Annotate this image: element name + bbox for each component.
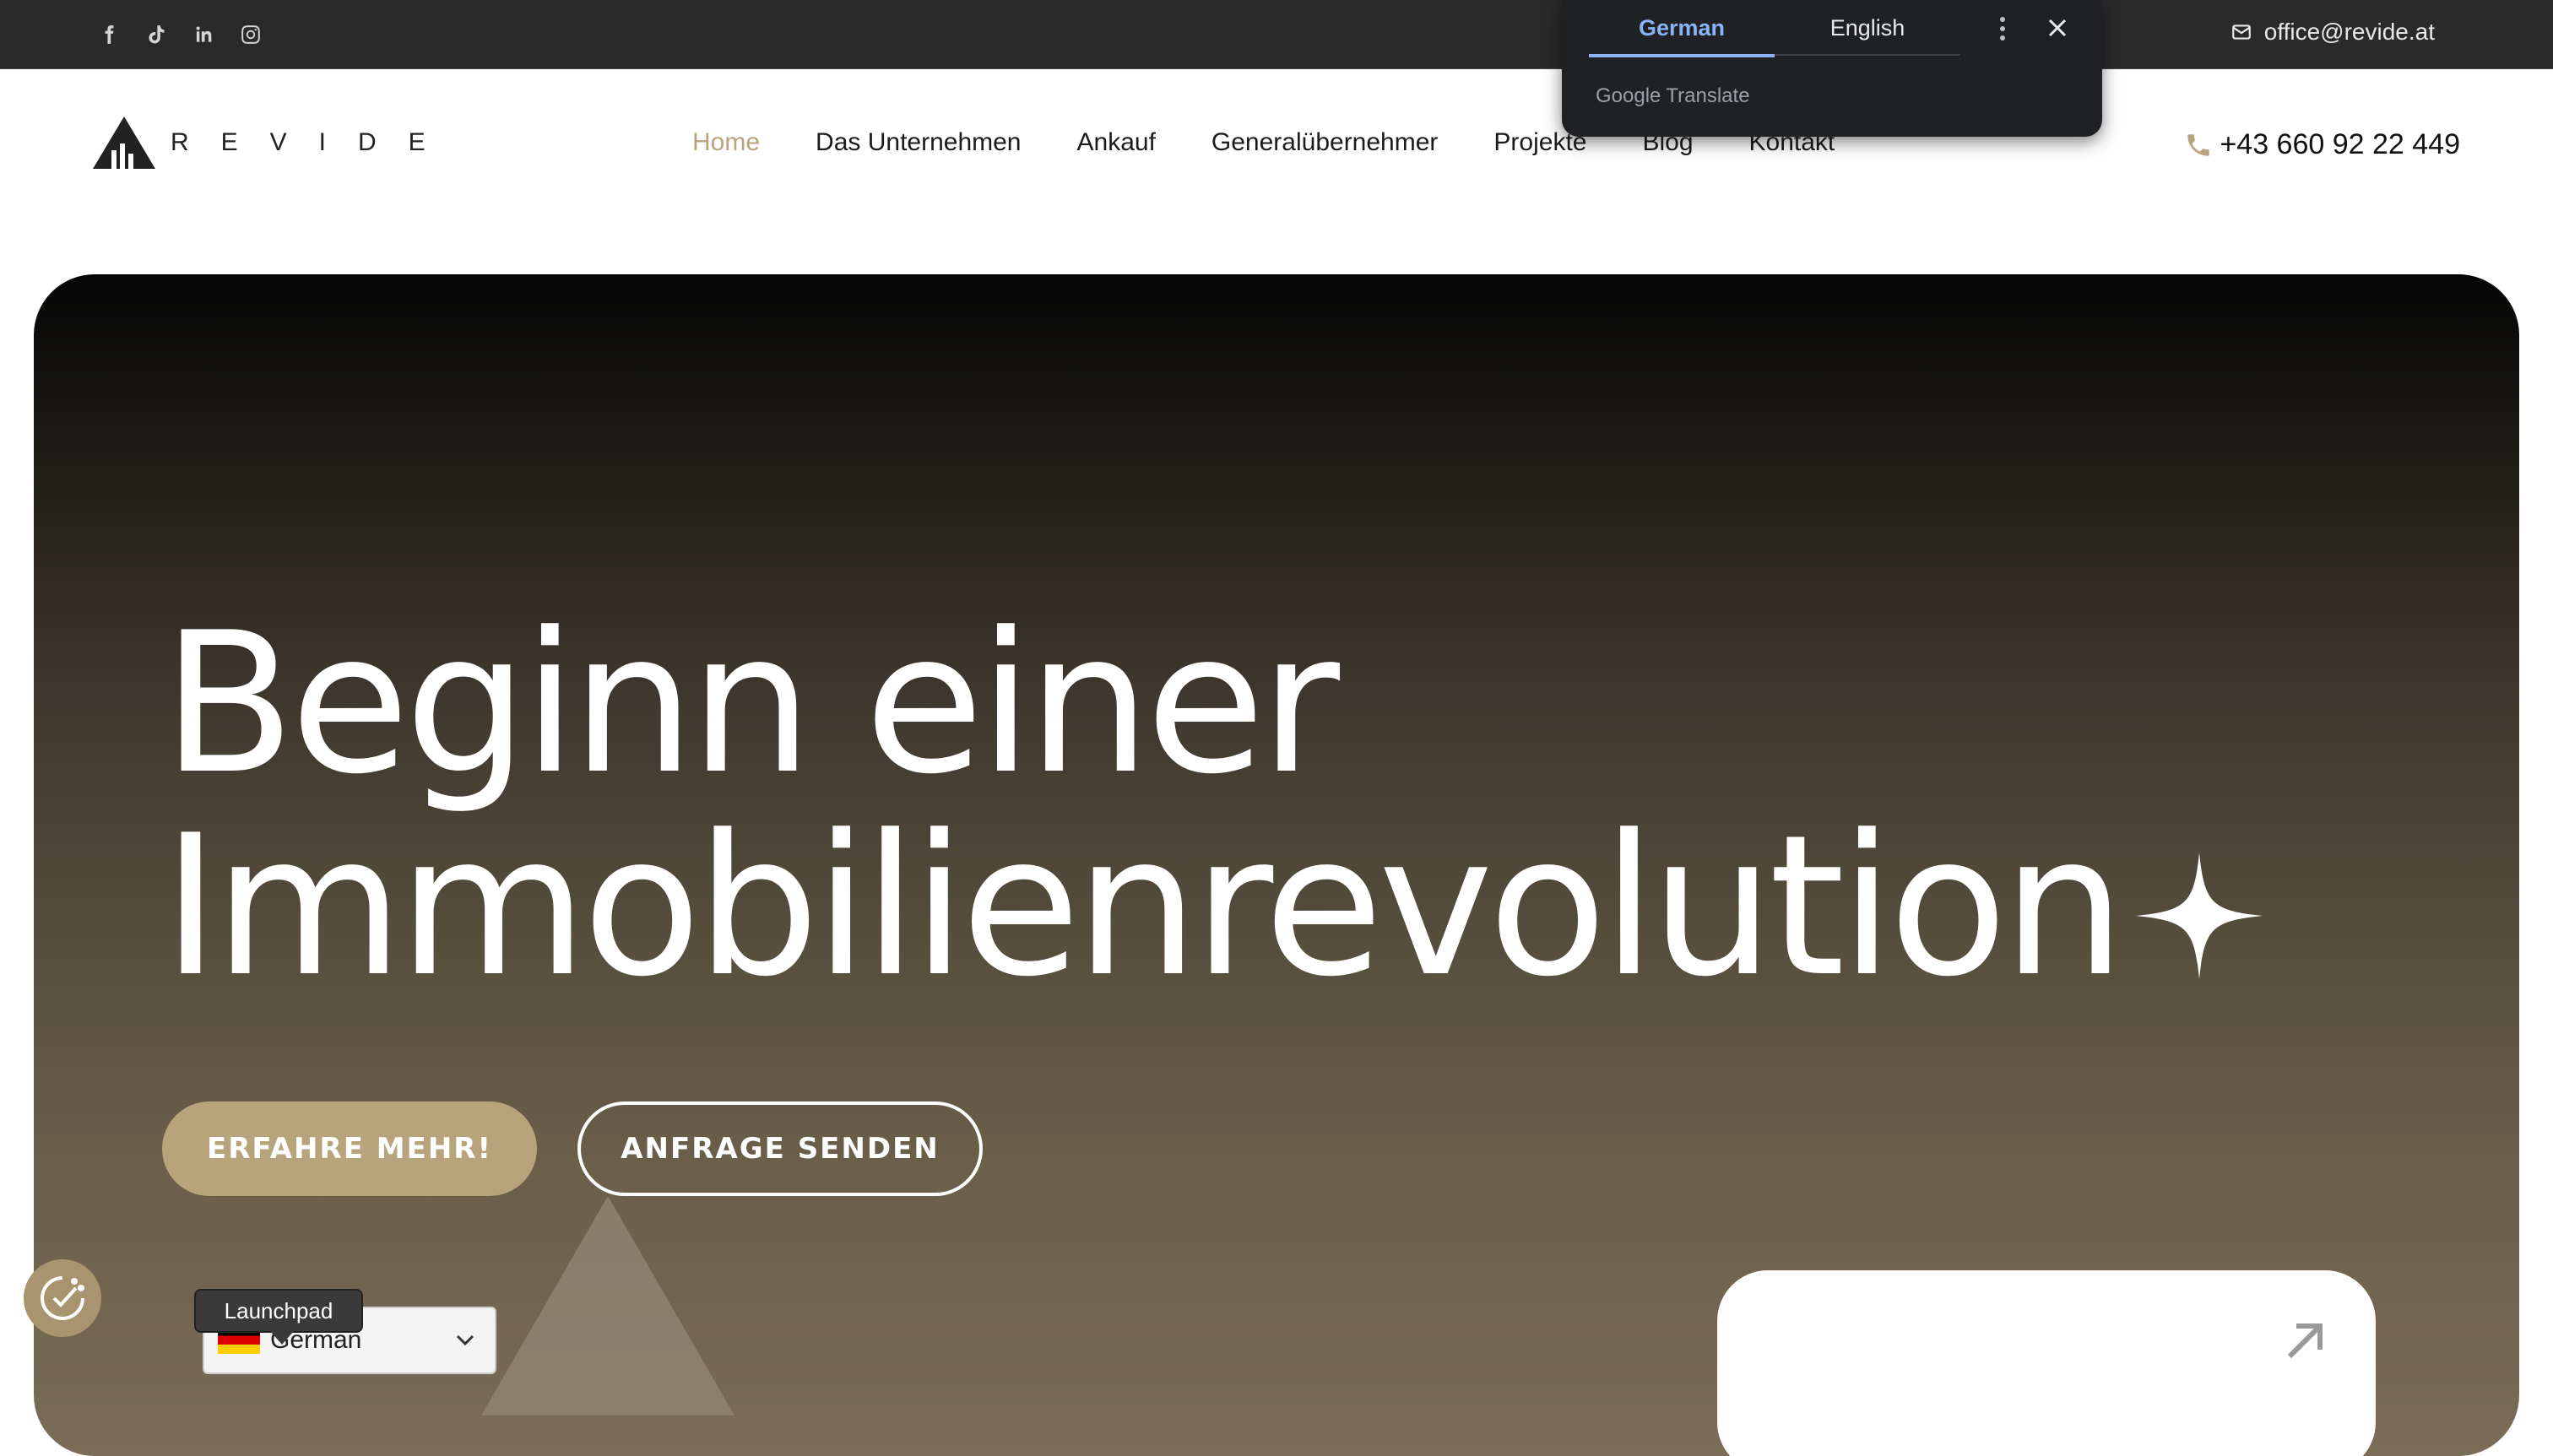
more-options-icon[interactable] bbox=[1987, 14, 2018, 44]
headline-line-1: Beginn einer bbox=[162, 592, 1340, 817]
revide-logo-icon bbox=[93, 116, 155, 169]
email-text: office@revide.at bbox=[2263, 19, 2435, 45]
anfrage-senden-button[interactable]: ANFRAGE SENDEN bbox=[577, 1101, 983, 1196]
nav-item-home[interactable]: Home bbox=[692, 128, 760, 157]
email-link[interactable]: office@revide.at bbox=[2230, 19, 2435, 46]
phone-link[interactable]: +43 660 92 22 449 bbox=[2184, 128, 2460, 161]
phone-icon bbox=[2187, 133, 2210, 156]
hero-headline: Beginn einer Immobilienrevolution bbox=[162, 604, 2263, 1009]
phone-number: +43 660 92 22 449 bbox=[2220, 128, 2460, 160]
hero-card[interactable] bbox=[1717, 1270, 2376, 1456]
arrow-up-right-icon bbox=[2287, 1323, 2323, 1359]
headline-line-2: Immobilienrevolution bbox=[162, 794, 2126, 1020]
sparkle-icon bbox=[2135, 852, 2263, 979]
brand-translate: Translate bbox=[1666, 84, 1750, 107]
brand-google: Google bbox=[1596, 84, 1661, 107]
linkedin-icon[interactable] bbox=[189, 20, 218, 49]
decorative-triangle bbox=[481, 1196, 734, 1415]
tiktok-icon[interactable] bbox=[142, 20, 171, 49]
nav-item-das-unternehmen[interactable]: Das Unternehmen bbox=[816, 128, 1021, 157]
tab-english[interactable]: English bbox=[1775, 0, 1960, 56]
cookie-check-icon bbox=[41, 1276, 84, 1320]
mail-icon bbox=[2231, 24, 2251, 40]
tab-german[interactable]: German bbox=[1589, 0, 1775, 57]
nav-item-ankauf[interactable]: Ankauf bbox=[1077, 128, 1156, 157]
translate-tabs: German English bbox=[1589, 0, 1960, 57]
logo[interactable]: REVIDE bbox=[93, 116, 458, 169]
logo-text: REVIDE bbox=[171, 128, 458, 156]
chevron-down-icon bbox=[456, 1334, 474, 1346]
hero-section: Beginn einer Immobilienrevolution ERFAHR… bbox=[34, 274, 2519, 1456]
top-bar: office@revide.at bbox=[0, 0, 2553, 69]
social-links bbox=[95, 20, 265, 49]
erfahre-mehr-button[interactable]: ERFAHRE MEHR! bbox=[162, 1101, 537, 1196]
launchpad-tooltip: Launchpad bbox=[194, 1289, 363, 1345]
headline-line-2-wrap: Immobilienrevolution bbox=[162, 806, 2263, 1009]
google-translate-brand: Google Translate bbox=[1596, 84, 1750, 108]
nav-item-generaluebernehmer[interactable]: Generalübernehmer bbox=[1211, 128, 1439, 157]
cookie-consent-button[interactable] bbox=[24, 1259, 101, 1337]
facebook-icon[interactable] bbox=[95, 20, 123, 49]
main-navigation: REVIDE Home Das Unternehmen Ankauf Gener… bbox=[0, 69, 2553, 273]
google-translate-popup: German English Google Translate bbox=[1562, 0, 2102, 137]
instagram-icon[interactable] bbox=[236, 20, 265, 49]
close-icon[interactable] bbox=[2041, 12, 2073, 44]
